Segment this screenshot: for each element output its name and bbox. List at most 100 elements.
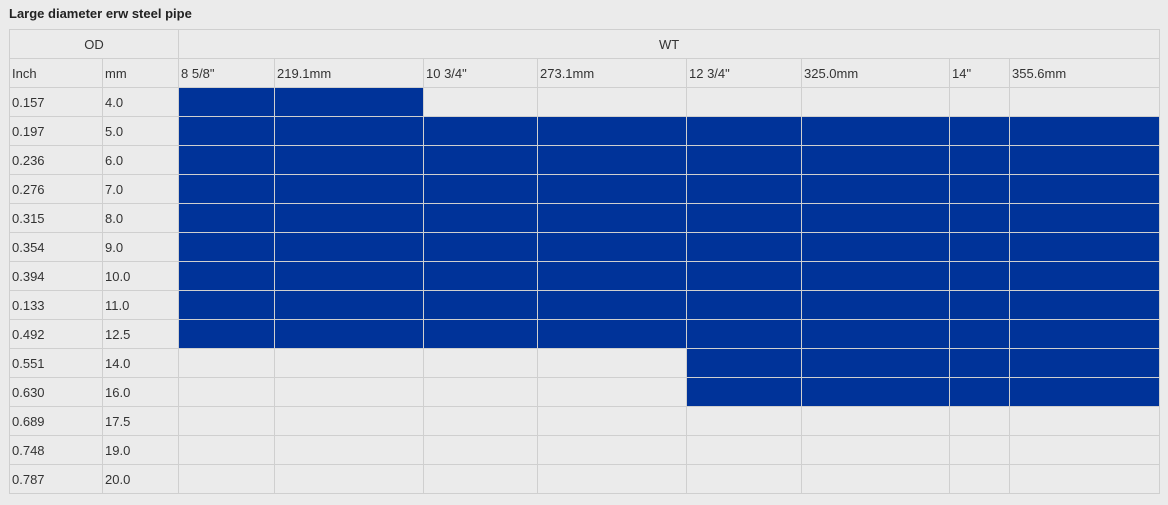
size-header: 355.6mm — [1008, 58, 1161, 88]
available-cell — [178, 174, 275, 204]
available-cell — [274, 261, 424, 291]
available-cell — [1008, 145, 1161, 175]
available-cell — [1008, 319, 1161, 349]
available-cell — [949, 203, 1010, 233]
available-cell — [949, 145, 1010, 175]
available-cell — [274, 174, 424, 204]
size-header: 219.1mm — [274, 58, 424, 88]
mm-cell: 17.5 — [102, 406, 179, 436]
mm-cell: 14.0 — [102, 348, 179, 378]
available-cell — [1008, 174, 1161, 204]
od-header: OD — [9, 29, 179, 59]
available-cell — [274, 145, 424, 175]
empty-cell — [178, 348, 275, 378]
available-cell — [801, 348, 950, 378]
empty-cell — [423, 348, 538, 378]
mm-cell: 11.0 — [102, 290, 179, 320]
available-cell — [423, 261, 538, 291]
available-cell — [801, 145, 950, 175]
available-cell — [686, 145, 802, 175]
available-cell — [1008, 290, 1161, 320]
inch-cell: 0.551 — [9, 348, 103, 378]
available-cell — [423, 232, 538, 262]
available-cell — [801, 232, 950, 262]
available-cell — [949, 348, 1010, 378]
mm-cell: 10.0 — [102, 261, 179, 291]
inch-cell: 0.133 — [9, 290, 103, 320]
empty-cell — [178, 464, 275, 494]
available-cell — [686, 232, 802, 262]
available-cell — [1008, 232, 1161, 262]
inch-cell: 0.787 — [9, 464, 103, 494]
available-cell — [686, 116, 802, 146]
inch-cell: 0.197 — [9, 116, 103, 146]
available-cell — [423, 319, 538, 349]
mm-cell: 16.0 — [102, 377, 179, 407]
available-cell — [178, 261, 275, 291]
available-cell — [423, 290, 538, 320]
size-header: 14" — [949, 58, 1010, 88]
available-cell — [801, 290, 950, 320]
empty-cell — [801, 406, 950, 436]
available-cell — [423, 174, 538, 204]
size-header: 325.0mm — [801, 58, 950, 88]
available-cell — [949, 290, 1010, 320]
mm-cell: 5.0 — [102, 116, 179, 146]
header-row-units: Inch mm 8 5/8" 219.1mm 10 3/4" 273.1mm 1… — [9, 58, 1161, 88]
available-cell — [1008, 348, 1161, 378]
mm-cell: 20.0 — [102, 464, 179, 494]
empty-cell — [949, 464, 1010, 494]
inch-cell: 0.236 — [9, 145, 103, 175]
empty-cell — [949, 406, 1010, 436]
empty-cell — [274, 435, 424, 465]
empty-cell — [1008, 87, 1161, 117]
available-cell — [686, 203, 802, 233]
table-row: 0.133 11.0 — [9, 290, 1161, 320]
available-cell — [423, 145, 538, 175]
empty-cell — [274, 348, 424, 378]
table-row: 0.551 14.0 — [9, 348, 1161, 378]
mm-cell: 9.0 — [102, 232, 179, 262]
table-row: 0.236 6.0 — [9, 145, 1161, 175]
available-cell — [1008, 203, 1161, 233]
empty-cell — [1008, 435, 1161, 465]
available-cell — [423, 116, 538, 146]
table-row: 0.492 12.5 — [9, 319, 1161, 349]
empty-cell — [949, 87, 1010, 117]
size-header: 8 5/8" — [178, 58, 275, 88]
available-cell — [1008, 377, 1161, 407]
empty-cell — [178, 377, 275, 407]
page-title: Large diameter erw steel pipe — [9, 6, 192, 21]
size-header: 10 3/4" — [423, 58, 538, 88]
empty-cell — [274, 464, 424, 494]
empty-cell — [801, 435, 950, 465]
inch-header: Inch — [9, 58, 103, 88]
empty-cell — [537, 348, 687, 378]
table-row: 0.787 20.0 — [9, 464, 1161, 494]
inch-cell: 0.630 — [9, 377, 103, 407]
available-cell — [537, 319, 687, 349]
available-cell — [178, 290, 275, 320]
available-cell — [274, 232, 424, 262]
empty-cell — [537, 464, 687, 494]
available-cell — [537, 203, 687, 233]
table-row: 0.689 17.5 — [9, 406, 1161, 436]
empty-cell — [686, 435, 802, 465]
size-header: 12 3/4" — [686, 58, 802, 88]
available-cell — [178, 87, 275, 117]
empty-cell — [801, 464, 950, 494]
wt-header: WT — [177, 29, 1161, 59]
empty-cell — [686, 464, 802, 494]
available-cell — [949, 319, 1010, 349]
inch-cell: 0.689 — [9, 406, 103, 436]
available-cell — [949, 377, 1010, 407]
mm-cell: 8.0 — [102, 203, 179, 233]
empty-cell — [423, 377, 538, 407]
empty-cell — [1008, 464, 1161, 494]
empty-cell — [178, 435, 275, 465]
table-row: 0.315 8.0 — [9, 203, 1161, 233]
available-cell — [537, 290, 687, 320]
mm-header: mm — [102, 58, 179, 88]
available-cell — [537, 145, 687, 175]
table-body: 0.157 4.0 0.197 5.0 0.236 6.0 0.276 7.0 0.315 8.0… — [9, 87, 1161, 494]
